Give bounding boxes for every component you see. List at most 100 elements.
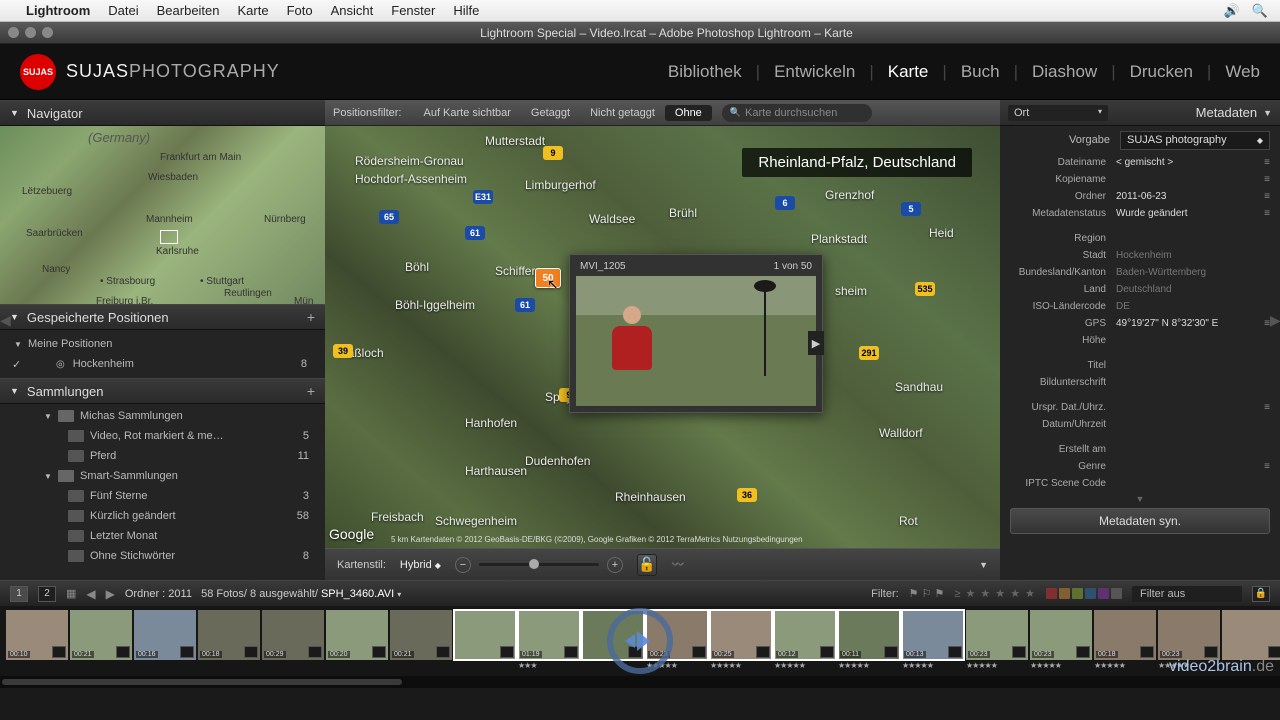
collection-group[interactable]: ▼Michas Sammlungen xyxy=(0,406,325,426)
filmstrip-thumb[interactable]: 01:19★★★ xyxy=(518,610,580,660)
meta-field[interactable]: Erstellt am xyxy=(1000,441,1280,458)
meta-field[interactable]: Genre≡ xyxy=(1000,458,1280,475)
menu-karte[interactable]: Karte xyxy=(238,3,269,18)
primary-display-button[interactable]: 1 xyxy=(10,586,28,602)
collections-header[interactable]: ▼Sammlungen+ xyxy=(0,378,325,404)
meta-field[interactable]: Bundesland/KantonBaden-Württemberg xyxy=(1000,264,1280,281)
popup-next-button[interactable]: ▶ xyxy=(808,331,824,355)
saved-locations-header[interactable]: ▼Gespeicherte Positionen+ xyxy=(0,304,325,330)
meta-field[interactable]: ISO-LändercodeDE xyxy=(1000,298,1280,315)
filmstrip-thumb[interactable] xyxy=(1222,610,1280,660)
filmstrip-thumb[interactable]: 00:29 xyxy=(262,610,324,660)
meta-field[interactable]: LandDeutschland xyxy=(1000,281,1280,298)
filter-lock-button[interactable]: 🔒 xyxy=(1252,586,1270,602)
rating-filter[interactable]: ≥ ★ ★ ★ ★ ★ xyxy=(954,587,1036,600)
filter-preset-select[interactable]: Filter aus xyxy=(1132,586,1242,602)
prev-photo-button[interactable]: ◀ xyxy=(86,587,95,601)
zoom-slider[interactable]: − + xyxy=(455,557,623,573)
app-menu[interactable]: Lightroom xyxy=(26,3,90,18)
add-collection-button[interactable]: + xyxy=(307,383,315,399)
source-path[interactable]: Ordner : 2011 58 Fotos/ 8 ausgewählt/ SP… xyxy=(125,588,401,600)
menu-fenster[interactable]: Fenster xyxy=(391,3,435,18)
filmstrip-thumb[interactable]: 00:18 xyxy=(198,610,260,660)
module-karte[interactable]: Karte xyxy=(888,62,929,82)
menu-datei[interactable]: Datei xyxy=(108,3,138,18)
filmstrip-thumb[interactable]: 00:18★★★★★ xyxy=(1094,610,1156,660)
nav-viewport-rect[interactable] xyxy=(160,230,178,244)
filter-auf-karte-sichtbar[interactable]: Auf Karte sichtbar xyxy=(413,105,520,121)
meta-field[interactable]: StadtHockenheim xyxy=(1000,247,1280,264)
filmstrip-thumb[interactable]: 00:20 xyxy=(326,610,388,660)
color-label-filter[interactable] xyxy=(1046,588,1122,599)
volume-icon[interactable]: 🔊 xyxy=(1224,3,1240,18)
location-group[interactable]: ▼Meine Positionen xyxy=(0,334,325,354)
meta-field[interactable]: Ordner2011-06-23≡ xyxy=(1000,188,1280,205)
meta-field[interactable]: Dateiname< gemischt >≡ xyxy=(1000,154,1280,171)
traffic-lights[interactable] xyxy=(0,27,53,38)
collection-item[interactable]: Video, Rot markiert & me…5 xyxy=(0,426,325,446)
filter-ohne[interactable]: Ohne xyxy=(665,105,712,121)
tracklog-icon[interactable]: 〰️ xyxy=(671,558,685,571)
filmstrip[interactable]: 00:1000:2100:1600:1800:2900:2000:2101:19… xyxy=(0,606,1280,676)
meta-field[interactable]: Höhe xyxy=(1000,332,1280,349)
filmstrip-thumb[interactable]: 00:12★★★★★ xyxy=(774,610,836,660)
collection-item[interactable]: Ohne Stichwörter8 xyxy=(0,546,325,566)
popup-thumbnail[interactable] xyxy=(576,276,816,406)
filmstrip-thumb[interactable]: 00:11★★★★★ xyxy=(838,610,900,660)
zoom-in-button[interactable]: + xyxy=(607,557,623,573)
meta-field[interactable]: Urspr. Dat./Uhrz.≡ xyxy=(1000,399,1280,416)
collection-item[interactable]: Letzter Monat xyxy=(0,526,325,546)
meta-field[interactable]: Kopiename≡ xyxy=(1000,171,1280,188)
collection-item[interactable]: Kürzlich geändert58 xyxy=(0,506,325,526)
menu-foto[interactable]: Foto xyxy=(287,3,313,18)
filmstrip-thumb[interactable]: 00:23★★★★★ xyxy=(1158,610,1220,660)
menu-ansicht[interactable]: Ansicht xyxy=(331,3,374,18)
meta-field[interactable]: Titel xyxy=(1000,357,1280,374)
module-buch[interactable]: Buch xyxy=(961,62,1000,82)
filmstrip-thumb[interactable]: 00:10 xyxy=(6,610,68,660)
collection-group[interactable]: ▼Smart-Sammlungen xyxy=(0,466,325,486)
module-drucken[interactable]: Drucken xyxy=(1130,62,1193,82)
map-view[interactable]: MutterstadtRödersheim-GronauHochdorf-Ass… xyxy=(325,126,1000,548)
filter-nicht-getaggt[interactable]: Nicht getaggt xyxy=(580,105,665,121)
filmstrip-thumb[interactable]: 00:13★★★★★ xyxy=(902,610,964,660)
collection-item[interactable]: Fünf Sterne3 xyxy=(0,486,325,506)
map-style-select[interactable]: Hybrid ◆ xyxy=(400,559,441,571)
right-panel-toggle[interactable]: ▶ xyxy=(1270,300,1280,340)
filmstrip-scrollbar[interactable] xyxy=(0,676,1280,688)
module-web[interactable]: Web xyxy=(1225,62,1260,82)
left-panel-toggle[interactable]: ◀ xyxy=(0,300,10,340)
sync-metadata-button[interactable]: Metadaten syn. xyxy=(1010,508,1270,534)
location-item[interactable]: ✓◎Hockenheim8 xyxy=(0,354,325,374)
toolbar-menu[interactable]: ▼ xyxy=(979,560,988,570)
grid-icon[interactable]: ▦ xyxy=(66,587,76,600)
metadata-view-select[interactable]: Ort ▾ xyxy=(1008,105,1108,121)
next-photo-button[interactable]: ▶ xyxy=(106,587,115,601)
meta-field[interactable]: GPS49°19'27" N 8°32'30" E≡ xyxy=(1000,315,1280,332)
secondary-display-button[interactable]: 2 xyxy=(38,586,56,602)
filter-getaggt[interactable]: Getaggt xyxy=(521,105,580,121)
filmstrip-thumb[interactable]: 00:23★★★★★ xyxy=(966,610,1028,660)
navigator-header[interactable]: ▼Navigator xyxy=(0,100,325,126)
add-location-button[interactable]: + xyxy=(307,309,315,325)
flag-filter[interactable]: ⚑ ⚐ ⚑ xyxy=(909,587,945,600)
filmstrip-thumb[interactable]: 00:21 xyxy=(390,610,452,660)
module-bibliothek[interactable]: Bibliothek xyxy=(668,62,742,82)
navigator-map[interactable]: Frankfurt am MainLëtzebuergWiesbadenMann… xyxy=(0,126,325,304)
filmstrip-thumb[interactable] xyxy=(454,610,516,660)
module-entwickeln[interactable]: Entwickeln xyxy=(774,62,855,82)
filmstrip-thumb[interactable]: 00:25★★★★★ xyxy=(710,610,772,660)
map-search-input[interactable]: Karte durchsuchen xyxy=(722,104,872,122)
meta-field[interactable]: Bildunterschrift xyxy=(1000,374,1280,391)
menu-bearbeiten[interactable]: Bearbeiten xyxy=(157,3,220,18)
meta-field[interactable]: IPTC Scene Code xyxy=(1000,475,1280,492)
metadata-preset-select[interactable]: SUJAS photography◆ xyxy=(1120,131,1270,150)
spotlight-icon[interactable]: 🔍 xyxy=(1252,3,1268,18)
filmstrip-thumb[interactable]: 00:16 xyxy=(134,610,196,660)
collection-item[interactable]: Pferd11 xyxy=(0,446,325,466)
lock-icon[interactable]: 🔓 xyxy=(637,554,657,576)
zoom-out-button[interactable]: − xyxy=(455,557,471,573)
meta-field[interactable]: MetadatenstatusWurde geändert≡ xyxy=(1000,205,1280,222)
module-diashow[interactable]: Diashow xyxy=(1032,62,1097,82)
filmstrip-thumb[interactable]: 00:23★★★★★ xyxy=(1030,610,1092,660)
